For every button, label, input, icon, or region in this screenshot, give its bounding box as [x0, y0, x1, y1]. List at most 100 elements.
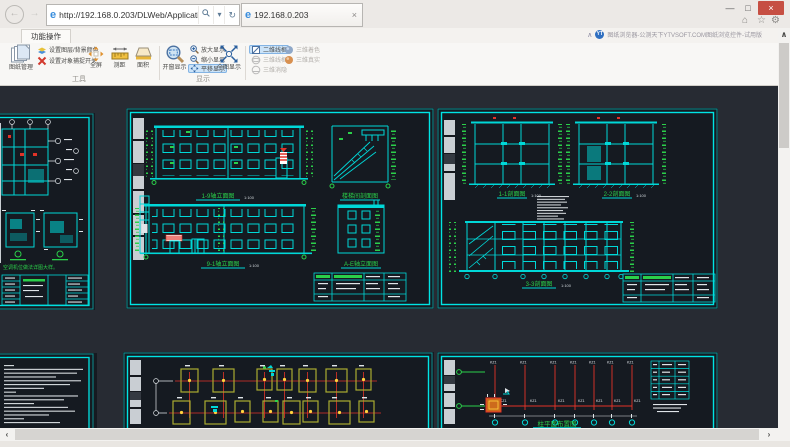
group-separator [159, 46, 160, 80]
margin-strip [444, 360, 455, 424]
svg-text:1:100: 1:100 [561, 283, 572, 288]
measure-area-button[interactable]: 面积 [132, 46, 154, 70]
browser-tab[interactable]: e 192.168.0.203 × [241, 3, 363, 27]
magnifier-window-icon [165, 44, 185, 64]
sheet-f-column-plan: KZ1 KZ1 KZ1 KZ1 KZ1 KZ1 KZ1 KZ1 KZ1 KZ1 KZ1 KZ1 KZ1… [437, 352, 718, 428]
scroll-up-arrow[interactable]: ∧ [778, 28, 790, 42]
url-text[interactable]: http://192.168.0.203/DLWeb/Application/Y… [59, 10, 198, 20]
window-bottom-frame [0, 441, 790, 447]
fullscreen-arrows-icon [88, 46, 104, 62]
home-icon[interactable]: ⌂ [742, 15, 748, 26]
style-3d-shaded-button[interactable]: 三维着色 [282, 45, 322, 54]
trial-text: 图纸浏览器-公测天下YTVSOFT.COM图纸浏览控件-试用版 [607, 30, 762, 39]
svg-text:1-1剖面图: 1-1剖面图 [499, 190, 526, 198]
shaded-sphere-icon [284, 45, 294, 55]
svg-text:KZ1: KZ1 [570, 361, 577, 365]
sheet-e-foundation-plan [123, 352, 434, 428]
tab-title[interactable]: 192.168.0.203 [254, 10, 347, 20]
sheet-b-elevations: 1-9轴立面图 1:100 楼梯间剖面图 [126, 108, 434, 309]
svg-text:KZ1: KZ1 [520, 361, 527, 365]
vertical-scrollbar[interactable]: ∧ ∨ [778, 28, 790, 441]
maximize-button[interactable]: □ [740, 1, 756, 15]
realistic-sphere-icon [284, 55, 294, 65]
hidden-3d-icon [251, 65, 261, 75]
pan-arrows-icon [190, 64, 199, 73]
collapse-ribbon-icon[interactable]: ∧ [587, 31, 592, 39]
ribbon-tab-function-ops[interactable]: 功能操作 [21, 29, 71, 44]
detail-note: 空调机位做法详图大样。 [3, 264, 58, 271]
address-bar[interactable]: e http://192.168.0.203/DLWeb/Application… [46, 4, 240, 26]
svg-text:KZ1: KZ1 [550, 361, 557, 365]
svg-text:9-1轴立面图: 9-1轴立面图 [207, 260, 240, 268]
tab-favicon: e [242, 9, 254, 21]
back-button[interactable]: ← [5, 5, 24, 24]
svg-text:KZ1: KZ1 [578, 399, 585, 403]
wireframe-2d-icon [251, 45, 261, 55]
close-button[interactable]: × [758, 1, 784, 15]
svg-text:2-2剖面图: 2-2剖面图 [604, 190, 631, 198]
style-3d-hidden-button[interactable]: 三维消隐 [249, 65, 289, 74]
minimize-button[interactable]: — [722, 1, 738, 15]
browser-titlebar: ← → e http://192.168.0.203/DLWeb/Applica… [0, 0, 790, 28]
measure-distance-button[interactable]: 测距 [108, 46, 131, 70]
svg-text:KZ1: KZ1 [627, 361, 634, 365]
group-label-tools: 工具 [0, 74, 158, 84]
svg-text:1:100: 1:100 [244, 195, 255, 200]
sheet-d-notes [0, 353, 97, 428]
ribbon-tabstrip: 功能操作 ∧ YT 图纸浏览器-公测天下YTVSOFT.COM图纸浏览控件-试用… [0, 28, 778, 44]
favorites-icon[interactable]: ☆ [757, 15, 766, 26]
layers-icon [37, 45, 47, 55]
svg-text:KZ1: KZ1 [589, 361, 596, 365]
drawing-manager-button[interactable]: 图纸管理 [5, 44, 37, 72]
svg-text:KZ1: KZ1 [490, 361, 497, 365]
ruler-icon [111, 46, 129, 62]
vertical-scroll-thumb[interactable] [779, 43, 789, 148]
svg-text:3-3剖面图: 3-3剖面图 [526, 280, 553, 288]
window-zoom-button[interactable]: 开窗显示 [161, 44, 188, 72]
horizontal-scrollbar[interactable]: ‹ › [0, 428, 778, 441]
svg-text:1:100: 1:100 [636, 193, 647, 198]
scrollbar-corner [778, 428, 790, 441]
scroll-right-arrow[interactable]: › [762, 428, 776, 441]
fullscreen-button[interactable]: 全屏 [86, 46, 106, 70]
scroll-left-arrow[interactable]: ‹ [0, 428, 14, 441]
sheet-title: 柱平面布置图 [538, 419, 577, 428]
zoom-in-icon [190, 45, 199, 54]
tab-close-icon[interactable]: × [347, 10, 362, 20]
search-icon[interactable] [198, 6, 213, 24]
horizontal-scroll-thumb[interactable] [15, 429, 759, 440]
group-label-display: 显示 [162, 74, 244, 84]
svg-text:KZ1: KZ1 [607, 361, 614, 365]
zoom-extents-icon [219, 44, 239, 64]
forward-button[interactable]: → [26, 6, 43, 23]
red-x-icon [37, 56, 47, 66]
zoom-out-icon [190, 55, 199, 64]
browser-window: ← → e http://192.168.0.203/DLWeb/Applica… [0, 0, 790, 447]
svg-text:KZ1: KZ1 [596, 399, 603, 403]
svg-text:KZ1: KZ1 [614, 399, 621, 403]
svg-text:KZ1: KZ1 [558, 399, 565, 403]
zoom-extents-button[interactable]: 全图显示 [216, 44, 242, 72]
address-dropdown-icon[interactable]: ▾ [213, 6, 224, 24]
svg-text:A-E轴立面图: A-E轴立面图 [344, 260, 378, 268]
svg-text:KZ1: KZ1 [530, 399, 537, 403]
settings-gear-icon[interactable]: ⚙ [771, 15, 780, 26]
svg-text:1-9轴立面图: 1-9轴立面图 [202, 192, 235, 200]
ie-page-icon: e [47, 9, 59, 21]
refresh-icon[interactable]: ↻ [224, 6, 239, 24]
ribbon-body: 图纸管理 设置图层/背景颜色 设置对象捕捉开关 全屏 [0, 43, 778, 86]
area-trapezoid-icon [135, 46, 152, 62]
yt-logo-icon: YT [595, 30, 604, 39]
sheet-c-sections: 1-1剖面图 1:100 2-2剖面图 1:100 [437, 108, 718, 309]
stacked-drawings-icon [10, 44, 32, 64]
sheet-a-details: 空调机位做法详图大样。 [0, 113, 95, 310]
svg-text:KZ1: KZ1 [634, 399, 641, 403]
wireframe-3d-icon [251, 55, 261, 65]
group-separator [245, 46, 246, 80]
svg-text:1:100: 1:100 [249, 263, 260, 268]
style-3d-realistic-button[interactable]: 三维真实 [282, 55, 322, 64]
margin-strip [130, 360, 141, 424]
svg-text:1:100: 1:100 [531, 193, 542, 198]
cad-viewport[interactable]: 空调机位做法详图大样。 [0, 86, 778, 428]
trial-notice: ∧ YT 图纸浏览器-公测天下YTVSOFT.COM图纸浏览控件-试用版 [587, 30, 762, 39]
